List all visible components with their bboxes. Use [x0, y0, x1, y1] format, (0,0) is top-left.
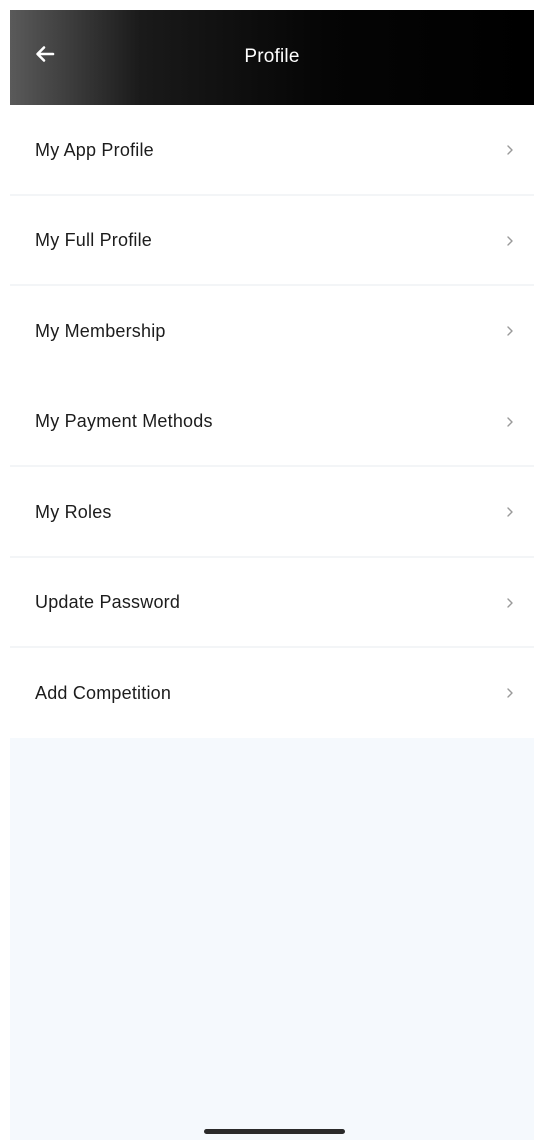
- menu-item-label: Add Competition: [35, 682, 172, 703]
- menu-item-my-full-profile[interactable]: My Full Profile: [10, 195, 534, 286]
- menu-item-my-roles[interactable]: My Roles: [10, 467, 534, 558]
- chevron-right-icon: [502, 323, 518, 339]
- chevron-right-icon: [502, 685, 518, 701]
- menu-item-add-competition[interactable]: Add Competition: [10, 648, 534, 739]
- app-header: Profile: [10, 10, 534, 105]
- menu-item-label: My Full Profile: [35, 230, 153, 251]
- menu-item-label: My App Profile: [35, 139, 154, 160]
- menu-item-my-payment-methods[interactable]: My Payment Methods: [10, 376, 534, 467]
- chevron-right-icon: [502, 504, 518, 520]
- profile-menu: My App Profile My Full Profile My Member…: [10, 105, 534, 739]
- menu-item-label: My Payment Methods: [35, 411, 213, 432]
- home-indicator[interactable]: [204, 1129, 345, 1134]
- menu-item-label: My Roles: [35, 501, 112, 522]
- empty-content-area: [10, 738, 534, 1140]
- chevron-right-icon: [502, 233, 518, 249]
- menu-item-label: Update Password: [35, 592, 181, 613]
- chevron-right-icon: [502, 142, 518, 158]
- chevron-right-icon: [502, 414, 518, 430]
- menu-item-label: My Membership: [35, 320, 166, 341]
- menu-item-update-password[interactable]: Update Password: [10, 557, 534, 648]
- profile-screen: Profile My App Profile My Full Profile M…: [0, 0, 534, 1140]
- page-title: Profile: [244, 46, 300, 67]
- menu-item-my-membership[interactable]: My Membership: [10, 286, 534, 377]
- menu-item-my-app-profile[interactable]: My App Profile: [10, 105, 534, 196]
- chevron-right-icon: [502, 595, 518, 611]
